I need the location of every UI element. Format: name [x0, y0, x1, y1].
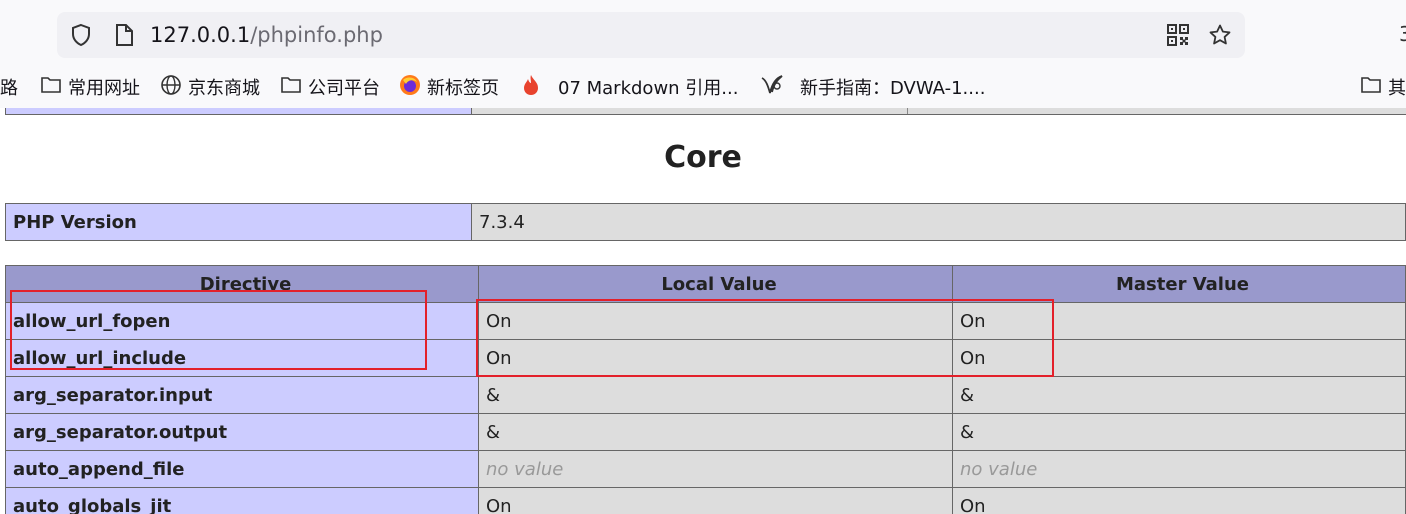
directive-name: auto_globals_jit: [5, 487, 479, 514]
column-header-local-value: Local Value: [478, 265, 953, 303]
local-value: no value: [478, 450, 953, 488]
bookmark-item[interactable]: 新手指南：DVWA-1....: [760, 74, 985, 100]
bookmark-star-icon[interactable]: [1208, 23, 1232, 47]
previous-table-cell: [472, 108, 908, 114]
directive-name: auto_append_file: [5, 450, 479, 488]
url-text[interactable]: 127.0.0.1/phpinfo.php: [150, 22, 383, 48]
directive-name: allow_url_include: [5, 339, 479, 377]
address-bar[interactable]: 127.0.0.1/phpinfo.php: [57, 12, 1245, 58]
master-value: &: [952, 376, 1406, 414]
bookmark-item[interactable]: 路: [0, 74, 18, 100]
local-value: On: [478, 487, 953, 514]
column-header-directive: Directive: [5, 265, 479, 303]
table-row: auto_globals_jit On On: [5, 487, 1406, 514]
folder-icon: [280, 75, 308, 100]
local-value: On: [478, 302, 953, 340]
flame-icon: [522, 74, 546, 101]
bookmark-label: 路: [0, 78, 18, 99]
directive-name: allow_url_fopen: [5, 302, 479, 340]
bookmark-label: 07 Markdown 引用...: [558, 78, 739, 99]
folder-icon: [1360, 75, 1388, 100]
version-table: PHP Version 7.3.4: [5, 203, 1406, 241]
table-row: arg_separator.input & &: [5, 376, 1406, 414]
bookmark-label: 公司平台: [308, 78, 380, 99]
bookmark-label: 京东商城: [188, 78, 260, 99]
url-host: 127.0.0.1: [150, 23, 251, 47]
section-title: Core: [664, 140, 742, 175]
version-label: PHP Version: [5, 203, 472, 241]
directive-name: arg_separator.output: [5, 413, 479, 451]
previous-table-cell: [6, 108, 472, 114]
master-value: no value: [952, 450, 1406, 488]
shield-icon[interactable]: [69, 23, 93, 47]
bookmark-label: 新手指南：DVWA-1....: [800, 78, 986, 99]
page-content: Core PHP Version 7.3.4 Directive Local V…: [0, 108, 1406, 514]
master-value: On: [952, 339, 1406, 377]
table-row: allow_url_fopen On On: [5, 302, 1406, 340]
local-value: &: [478, 413, 953, 451]
firefox-icon: [399, 74, 427, 101]
master-value: On: [952, 487, 1406, 514]
page-icon: [113, 23, 135, 47]
table-row: allow_url_include On On: [5, 339, 1406, 377]
version-value: 7.3.4: [471, 203, 1406, 241]
bookmark-item[interactable]: 新标签页: [399, 74, 499, 100]
table-row: auto_append_file no value no value: [5, 450, 1406, 488]
bookmark-item[interactable]: 京东商城: [160, 74, 260, 100]
globe-icon: [160, 74, 188, 101]
table-row: arg_separator.output & &: [5, 413, 1406, 451]
overflow-text: 3: [1399, 22, 1406, 46]
bookmark-label: 其: [1388, 78, 1406, 99]
column-header-master-value: Master Value: [952, 265, 1406, 303]
bookmark-item[interactable]: 其: [1360, 74, 1406, 100]
previous-table-row: [5, 108, 1406, 115]
bookmark-item[interactable]: 常用网址: [40, 74, 140, 100]
directive-table: Directive Local Value Master Value allow…: [5, 265, 1406, 514]
table-header-row: Directive Local Value Master Value: [5, 265, 1406, 303]
local-value: &: [478, 376, 953, 414]
master-value: On: [952, 302, 1406, 340]
bookmark-label: 常用网址: [68, 78, 140, 99]
folder-icon: [40, 75, 68, 100]
url-path: /phpinfo.php: [250, 23, 383, 47]
browser-chrome: 127.0.0.1/phpinfo.php 3 路 常用网址 京东商城 公司平台…: [0, 0, 1406, 108]
bookmark-item[interactable]: 07 Markdown 引用...: [522, 74, 738, 100]
table-row: PHP Version 7.3.4: [5, 203, 1406, 241]
qr-code-icon[interactable]: [1167, 24, 1189, 46]
bookmarks-toolbar: 路 常用网址 京东商城 公司平台 新标签页 07 Markdown 引用... …: [0, 70, 1406, 104]
dvwa-icon: [760, 74, 790, 101]
local-value: On: [478, 339, 953, 377]
bookmark-item[interactable]: 公司平台: [280, 74, 380, 100]
bookmark-label: 新标签页: [427, 78, 499, 99]
master-value: &: [952, 413, 1406, 451]
directive-name: arg_separator.input: [5, 376, 479, 414]
